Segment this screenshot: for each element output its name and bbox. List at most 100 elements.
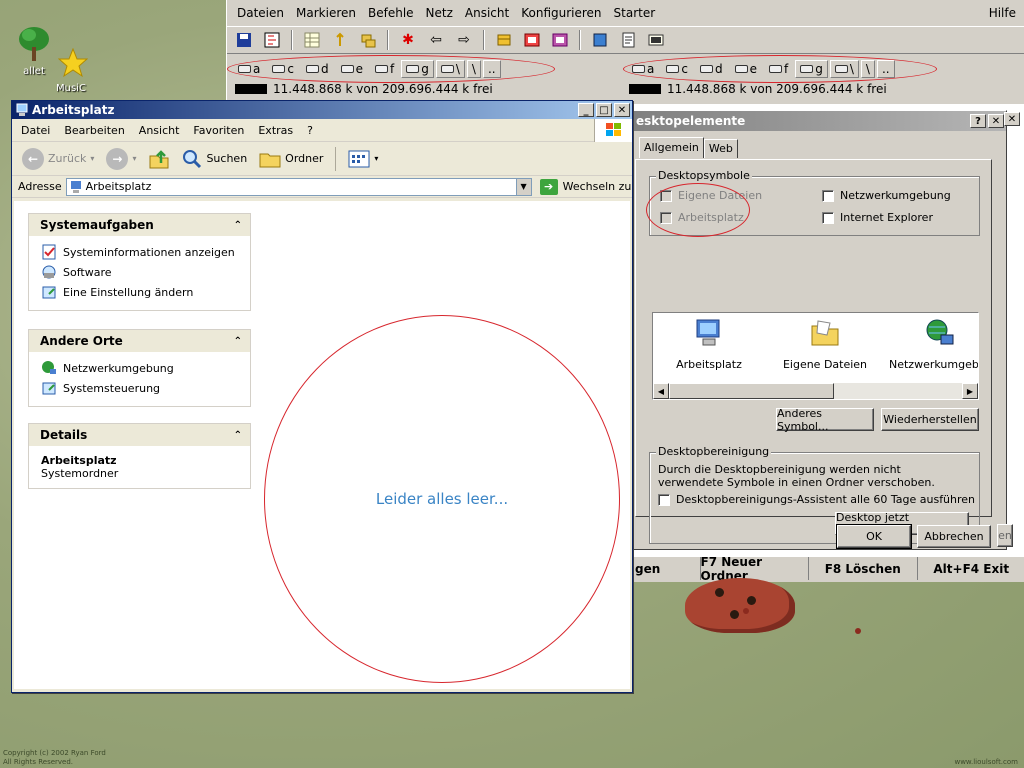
checkbox-arbeitsplatz[interactable]: Arbeitsplatz	[660, 211, 744, 224]
forward-arrow-icon[interactable]: ⇨	[453, 30, 475, 50]
desktop-icon-music[interactable]: MusiC	[22, 83, 92, 94]
menu-bearbeiten[interactable]: Bearbeiten	[57, 124, 131, 137]
fkey-f8[interactable]: F8 Löschen	[809, 557, 918, 580]
checkbox-cleanup-wizard[interactable]: Desktopbereinigungs-Assistent alle 60 Ta…	[658, 493, 975, 506]
checkbox-internet-explorer[interactable]: Internet Explorer	[822, 211, 933, 224]
panel-header[interactable]: Details ⌃	[29, 424, 250, 446]
asterisk-icon[interactable]: ✱	[397, 30, 419, 50]
collapse-icon[interactable]: ⌃	[234, 336, 242, 347]
tab-allgemein[interactable]: Allgemein	[639, 137, 704, 158]
list-item-arbeitsplatz[interactable]: Arbeitsplatz	[659, 317, 759, 371]
chevron-down-icon[interactable]: ▼	[515, 178, 531, 195]
drive-d[interactable]: d	[694, 60, 728, 78]
drive-network[interactable]: \	[435, 60, 465, 78]
menu-datei[interactable]: Datei	[14, 124, 57, 137]
drive-up[interactable]: ..	[876, 60, 895, 78]
forward-button[interactable]: → ▾	[102, 147, 140, 170]
drive-a[interactable]: a	[627, 60, 660, 78]
drive-c[interactable]: c	[661, 60, 693, 78]
list-item-netzwerkumgebung[interactable]: Netzwerkumgebun	[889, 317, 978, 371]
link-systemsteuerung[interactable]: Systemsteuerung	[41, 378, 238, 398]
unpack-icon[interactable]	[549, 30, 571, 50]
fkey-f7[interactable]: F7 Neuer Ordner	[701, 555, 809, 583]
drive-network[interactable]: \	[829, 60, 859, 78]
help-button[interactable]: ?	[970, 114, 986, 128]
checkbox-netzwerkumgebung[interactable]: Netzwerkumgebung	[822, 189, 951, 202]
link-einstellung[interactable]: Eine Einstellung ändern	[41, 282, 238, 302]
desktop-icon-allet[interactable]: allet	[14, 25, 54, 77]
archive-icon[interactable]	[493, 30, 515, 50]
link-systeminformationen[interactable]: Systeminformationen anzeigen	[41, 242, 238, 262]
drive-root[interactable]: \	[466, 60, 481, 78]
tc-menu-konfigurieren[interactable]: Konfigurieren	[515, 6, 607, 20]
address-input[interactable]: Arbeitsplatz ▼	[65, 177, 532, 196]
scroll-left-icon[interactable]: ◀	[653, 383, 669, 399]
tc-menu-markieren[interactable]: Markieren	[290, 6, 362, 20]
tc-menu-dateien[interactable]: Dateien	[231, 6, 290, 20]
go-button[interactable]: ➔ Wechseln zu	[539, 178, 631, 195]
drive-a[interactable]: a	[233, 60, 266, 78]
back-arrow-icon[interactable]: ⇦	[425, 30, 447, 50]
drive-g[interactable]: g	[795, 60, 828, 78]
drive-d[interactable]: d	[300, 60, 334, 78]
drive-f[interactable]: f	[369, 60, 400, 78]
horizontal-scrollbar[interactable]: ◀ ▶	[653, 383, 978, 399]
tab-web[interactable]: Web	[703, 139, 738, 158]
minimize-button[interactable]: _	[578, 103, 594, 117]
drive-c[interactable]: c	[267, 60, 299, 78]
edge-button[interactable]: en	[997, 524, 1013, 547]
restore-button[interactable]: Wiederherstellen	[881, 408, 979, 431]
drive-g[interactable]: g	[401, 60, 434, 78]
close-button[interactable]: ✕	[614, 103, 630, 117]
pack-icon[interactable]	[521, 30, 543, 50]
star-icon[interactable]	[57, 47, 89, 81]
terminal-icon[interactable]	[645, 30, 667, 50]
scroll-thumb[interactable]	[669, 383, 834, 399]
tc-menu-ansicht[interactable]: Ansicht	[459, 6, 515, 20]
drive-e[interactable]: e	[729, 60, 762, 78]
views-button[interactable]: ▾	[344, 150, 382, 168]
menu-extras[interactable]: Extras	[251, 124, 300, 137]
menu-favoriten[interactable]: Favoriten	[186, 124, 251, 137]
sort-icon[interactable]	[329, 30, 351, 50]
collapse-icon[interactable]: ⌃	[234, 220, 242, 231]
maximize-button[interactable]: □	[596, 103, 612, 117]
checkbox-eigene-dateien[interactable]: Eigene Dateien	[660, 189, 762, 202]
list-item-eigene-dateien[interactable]: Eigene Dateien	[775, 317, 875, 371]
drive-root[interactable]: \	[860, 60, 875, 78]
book-icon[interactable]	[589, 30, 611, 50]
menu-ansicht[interactable]: Ansicht	[132, 124, 187, 137]
tc-menu-starter[interactable]: Starter	[608, 6, 662, 20]
fkey-altf4[interactable]: Alt+F4 Exit	[918, 557, 1024, 580]
drive-f[interactable]: f	[763, 60, 794, 78]
other-symbol-button[interactable]: Anderes Symbol...	[776, 407, 874, 433]
close-button-behind[interactable]: ✕	[1004, 112, 1020, 126]
panel-header[interactable]: Andere Orte ⌃	[29, 330, 250, 352]
notepad-icon[interactable]	[617, 30, 639, 50]
collapse-icon[interactable]: ⌃	[234, 430, 242, 441]
back-button[interactable]: ← Zurück ▾	[18, 147, 98, 170]
search-button[interactable]: Suchen	[178, 149, 251, 169]
link-software[interactable]: Software	[41, 262, 238, 282]
tree-icon	[19, 27, 49, 61]
drive-up[interactable]: ..	[482, 60, 501, 78]
tc-menu-hilfe[interactable]: Hilfe	[983, 6, 1024, 20]
fkey-partial[interactable]: gen	[633, 557, 701, 580]
link-netzwerkumgebung[interactable]: Netzwerkumgebung	[41, 358, 238, 378]
scroll-right-icon[interactable]: ▶	[962, 383, 978, 399]
ok-button[interactable]: OK	[836, 524, 912, 549]
up-button[interactable]	[144, 148, 174, 170]
tc-menu-befehle[interactable]: Befehle	[362, 6, 420, 20]
panel-header[interactable]: Systemaufgaben ⌃	[29, 214, 250, 236]
desktop-icon-list[interactable]: Arbeitsplatz Eigene Dateien Netzwerkumge…	[652, 312, 979, 400]
folder-tree-icon[interactable]	[357, 30, 379, 50]
grid-view-icon[interactable]	[301, 30, 323, 50]
close-button[interactable]: ✕	[988, 114, 1004, 128]
drive-e[interactable]: e	[335, 60, 368, 78]
tree-view-icon[interactable]	[261, 30, 283, 50]
menu-help[interactable]: ?	[300, 124, 320, 137]
tc-menu-netz[interactable]: Netz	[420, 6, 459, 20]
folders-button[interactable]: Ordner	[255, 150, 327, 168]
save-icon[interactable]	[233, 30, 255, 50]
cancel-button[interactable]: Abbrechen	[917, 525, 991, 548]
